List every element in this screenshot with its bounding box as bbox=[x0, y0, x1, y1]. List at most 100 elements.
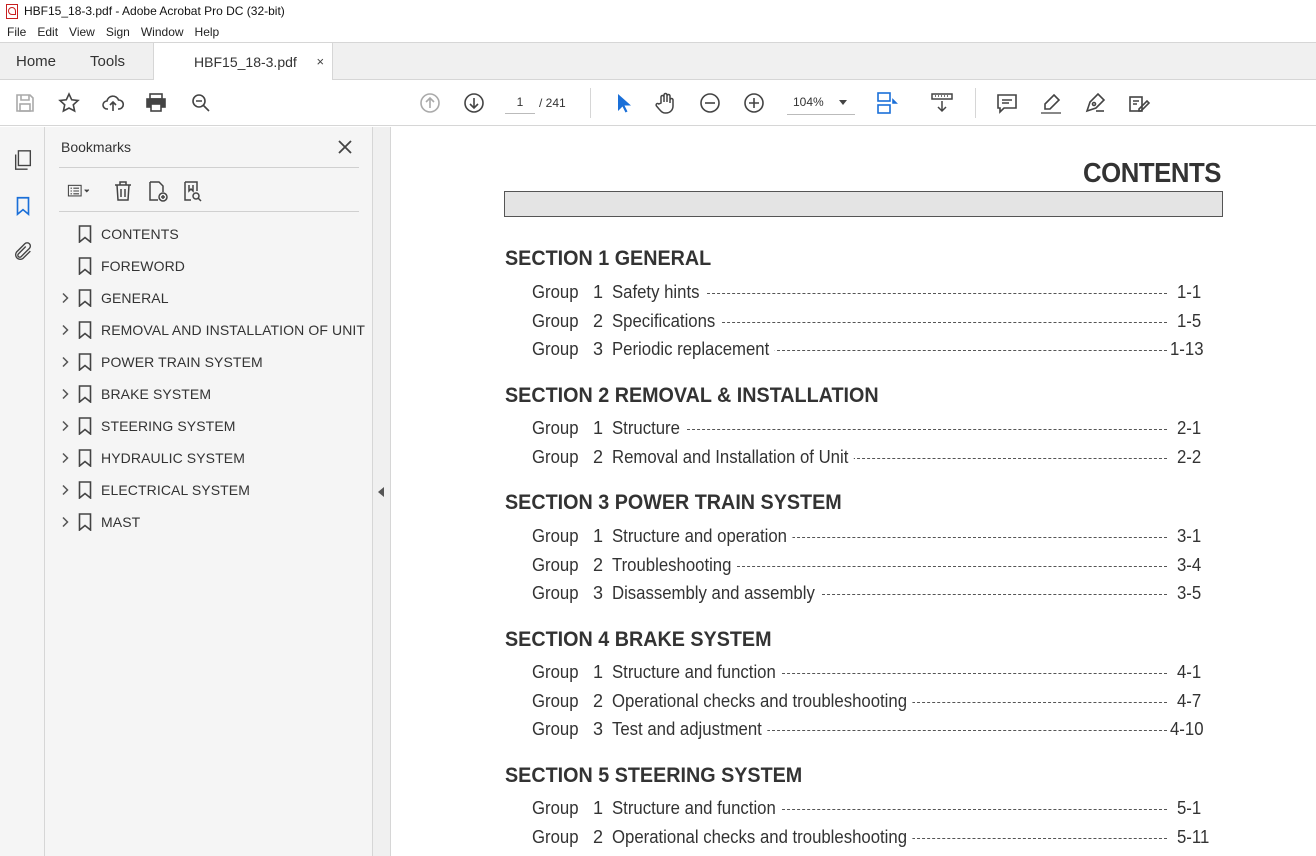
leader-dots bbox=[787, 537, 1167, 538]
toc-row[interactable]: Group 3 Test and adjustment 4-10 bbox=[532, 719, 1222, 741]
toc-row[interactable]: Group 1 Structure and operation 3-1 bbox=[532, 526, 1222, 548]
delete-trash-icon[interactable] bbox=[109, 177, 137, 205]
document-view[interactable]: CONTENTS SECTION 1 GENERAL Group 1 Safet… bbox=[391, 127, 1316, 856]
bookmark-icon bbox=[78, 417, 92, 435]
bookmark-contents[interactable]: CONTENTS bbox=[45, 218, 373, 250]
save-icon[interactable] bbox=[12, 90, 38, 116]
group-number: 1 bbox=[593, 418, 604, 438]
group-number: 1 bbox=[593, 282, 604, 302]
bookmark-options-icon[interactable] bbox=[59, 177, 99, 205]
page-number-input[interactable] bbox=[505, 90, 535, 114]
zoom-level-select[interactable]: 104% bbox=[787, 90, 855, 115]
tab-home[interactable]: Home bbox=[0, 43, 76, 79]
bookmark-general[interactable]: GENERAL bbox=[45, 282, 373, 314]
toc-row[interactable]: Group 2 Removal and Installation of Unit… bbox=[532, 447, 1222, 469]
bookmark-foreword[interactable]: FOREWORD bbox=[45, 250, 373, 282]
bookmark-icon bbox=[78, 257, 92, 275]
bookmark-hydraulic[interactable]: HYDRAULIC SYSTEM bbox=[45, 442, 373, 474]
toc-row[interactable]: Group 1 Structure and function 5-1 bbox=[532, 798, 1222, 820]
page-thumbnails-icon[interactable] bbox=[10, 147, 36, 173]
menu-view[interactable]: View bbox=[62, 25, 99, 39]
chevron-right-icon[interactable] bbox=[59, 388, 71, 400]
leader-dots bbox=[777, 809, 1167, 810]
toolbar-divider bbox=[975, 88, 976, 118]
bookmark-icon bbox=[78, 513, 92, 531]
previous-page-icon[interactable] bbox=[417, 90, 443, 116]
chevron-right-icon[interactable] bbox=[59, 292, 71, 304]
toc-row[interactable]: Group 1 Safety hints 1-1 bbox=[532, 282, 1222, 304]
menu-sign[interactable]: Sign bbox=[99, 25, 134, 39]
bookmark-electrical[interactable]: ELECTRICAL SYSTEM bbox=[45, 474, 373, 506]
select-cursor-icon[interactable] bbox=[609, 90, 635, 116]
bookmark-label: MAST bbox=[101, 514, 141, 530]
bookmark-removal-installation[interactable]: REMOVAL AND INSTALLATION OF UNIT bbox=[45, 314, 373, 346]
chevron-right-icon[interactable] bbox=[59, 356, 71, 368]
group-number: 1 bbox=[593, 798, 604, 818]
print-icon[interactable] bbox=[143, 90, 169, 116]
section-title: SECTION 3 POWER TRAIN SYSTEM bbox=[505, 491, 842, 514]
collapse-arrow-icon[interactable] bbox=[378, 487, 384, 497]
page-ref: 4-10 bbox=[1170, 719, 1204, 739]
toc-row[interactable]: Group 3 Periodic replacement 1-13 bbox=[532, 339, 1222, 361]
chevron-right-icon[interactable] bbox=[59, 484, 71, 496]
page-ref: 1-5 bbox=[1177, 311, 1202, 331]
chevron-right-icon[interactable] bbox=[59, 324, 71, 336]
group-word: Group bbox=[532, 555, 579, 575]
chevron-right-icon[interactable] bbox=[59, 452, 71, 464]
toc-row[interactable]: Group 2 Specifications 1-5 bbox=[532, 311, 1222, 333]
bookmark-mast[interactable]: MAST bbox=[45, 506, 373, 538]
menu-help[interactable]: Help bbox=[188, 25, 224, 39]
leader-dots bbox=[767, 730, 1167, 731]
star-icon[interactable] bbox=[56, 90, 82, 116]
page-ref: 2-2 bbox=[1177, 447, 1202, 467]
comment-icon[interactable] bbox=[994, 90, 1020, 116]
toc-row[interactable]: Group 3 Disassembly and assembly 3-5 bbox=[532, 583, 1222, 605]
toc-row[interactable]: Group 2 Operational checks and troublesh… bbox=[532, 691, 1222, 713]
bookmark-steering[interactable]: STEERING SYSTEM bbox=[45, 410, 373, 442]
toc-row[interactable]: Group 2 Troubleshooting 3-4 bbox=[532, 555, 1222, 577]
tab-tools[interactable]: Tools bbox=[76, 43, 139, 79]
panel-splitter[interactable] bbox=[373, 127, 391, 856]
menu-window[interactable]: Window bbox=[134, 25, 188, 39]
chevron-right-icon[interactable] bbox=[59, 420, 71, 432]
group-title: Disassembly and assembly bbox=[612, 583, 821, 604]
zoom-out-icon[interactable] bbox=[697, 90, 723, 116]
page-ref: 1-1 bbox=[1177, 282, 1202, 302]
close-tab-icon[interactable]: × bbox=[316, 54, 324, 69]
page-ref: 3-5 bbox=[1177, 583, 1202, 603]
toc-row[interactable]: Group 1 Structure 2-1 bbox=[532, 418, 1222, 440]
toc-row[interactable]: Group 2 Operational checks and troublesh… bbox=[532, 827, 1222, 849]
find-bookmark-icon[interactable] bbox=[178, 177, 206, 205]
group-title: Structure bbox=[612, 418, 686, 439]
close-icon[interactable] bbox=[335, 137, 355, 157]
group-word: Group bbox=[532, 662, 579, 682]
menu-file[interactable]: File bbox=[0, 25, 30, 39]
highlight-pen-icon[interactable] bbox=[1038, 90, 1064, 116]
bookmark-power-train[interactable]: POWER TRAIN SYSTEM bbox=[45, 346, 373, 378]
group-number: 2 bbox=[593, 447, 604, 467]
scrolling-mode-icon[interactable] bbox=[929, 90, 955, 116]
bookmarks-panel-icon[interactable] bbox=[10, 193, 36, 219]
toc-row[interactable]: Group 1 Structure and function 4-1 bbox=[532, 662, 1222, 684]
bookmarks-title: Bookmarks bbox=[61, 139, 132, 155]
new-bookmark-icon[interactable] bbox=[143, 177, 171, 205]
bookmark-icon bbox=[78, 321, 92, 339]
menu-edit[interactable]: Edit bbox=[30, 25, 62, 39]
next-page-icon[interactable] bbox=[461, 90, 487, 116]
bookmark-brake[interactable]: BRAKE SYSTEM bbox=[45, 378, 373, 410]
group-number: 3 bbox=[593, 339, 604, 359]
leader-dots bbox=[682, 429, 1167, 430]
zoom-in-icon[interactable] bbox=[741, 90, 767, 116]
bookmark-label: CONTENTS bbox=[101, 226, 179, 242]
zoom-search-icon[interactable] bbox=[188, 90, 214, 116]
page-layout-icon[interactable] bbox=[873, 90, 899, 116]
hand-tool-icon[interactable] bbox=[653, 90, 679, 116]
heading-rule-box bbox=[504, 191, 1223, 217]
attachments-paperclip-icon[interactable] bbox=[10, 239, 36, 265]
chevron-right-icon[interactable] bbox=[59, 516, 71, 528]
draw-pen-icon[interactable] bbox=[1082, 90, 1108, 116]
contents-heading: CONTENTS bbox=[1083, 157, 1221, 188]
fill-sign-icon[interactable] bbox=[1126, 90, 1152, 116]
upload-cloud-icon[interactable] bbox=[100, 90, 126, 116]
tab-document[interactable]: HBF15_18-3.pdf × bbox=[153, 43, 334, 80]
